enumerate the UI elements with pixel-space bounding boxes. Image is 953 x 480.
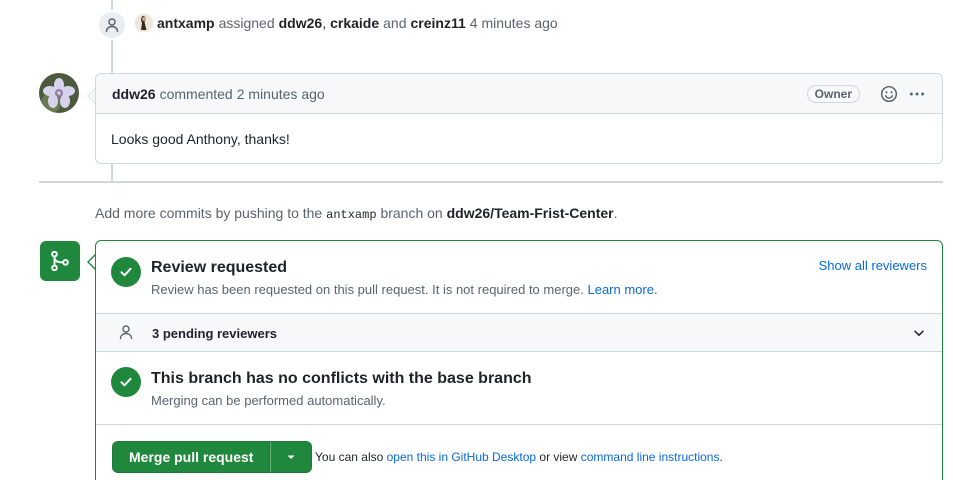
actor-avatar[interactable] (135, 14, 153, 32)
conflicts-title: This branch has no conflicts with the ba… (151, 370, 532, 387)
pending-reviewers-label: 3 pending reviewers (152, 326, 277, 341)
git-merge-icon (40, 241, 80, 281)
push-note: Add more commits by pushing to the antxa… (95, 205, 618, 222)
assign-and: and (383, 15, 407, 31)
review-subtitle-row: Review has been requested on this pull r… (151, 282, 658, 297)
assignee-separator: , (322, 15, 327, 31)
merge-options-button[interactable] (270, 441, 313, 473)
comment-author[interactable]: ddw26 (112, 86, 156, 102)
person-icon (97, 10, 127, 40)
comment-header: ddw26 commented 2 minutes ago Owner (96, 74, 942, 114)
check-icon (111, 367, 141, 397)
push-note-middle: branch on (380, 205, 443, 221)
comment-action: commented (159, 85, 233, 102)
assignee-link-1[interactable]: ddw26 (279, 15, 323, 31)
merge-button-group: Merge pull request (112, 441, 313, 473)
show-all-reviewers-link[interactable]: Show all reviewers (819, 258, 927, 273)
timeline-line-bottom (111, 164, 113, 181)
push-note-prefix: Add more commits by pushing to the (95, 205, 323, 221)
kebab-icon[interactable] (908, 85, 926, 103)
smiley-icon[interactable] (880, 85, 898, 103)
assign-event: antxamp assigned ddw26, crkaide and crei… (135, 14, 558, 32)
triangle-down-icon (286, 449, 296, 465)
assign-verb: assigned (218, 15, 275, 31)
also-note: You can also open this in GitHub Desktop… (315, 450, 723, 464)
also-prefix: You can also (315, 450, 384, 464)
avatar[interactable] (39, 73, 79, 113)
review-title: Review requested (151, 259, 288, 276)
learn-more-link[interactable]: Learn more. (587, 282, 657, 297)
merge-box: Review requested Review has been request… (95, 240, 943, 480)
comment-body: Looks good Anthony, thanks! (111, 131, 290, 147)
assignee-link-3[interactable]: creinz11 (411, 15, 466, 31)
also-suffix: . (719, 450, 723, 464)
person-icon (118, 324, 134, 343)
chevron-down-icon[interactable] (912, 326, 926, 343)
github-desktop-link[interactable]: open this in GitHub Desktop (387, 450, 536, 464)
comment-caret-fill (88, 89, 95, 103)
also-middle: or view (539, 450, 578, 464)
timeline-divider (39, 181, 943, 183)
review-subtitle: Review has been requested on this pull r… (151, 282, 584, 297)
repo-link[interactable]: ddw26/Team-Frist-Center (447, 205, 614, 221)
check-icon (111, 257, 141, 287)
merge-pull-request-button[interactable]: Merge pull request (112, 441, 271, 473)
pending-reviewers-row[interactable]: 3 pending reviewers (96, 313, 942, 352)
actor-link[interactable]: antxamp (157, 15, 215, 31)
assign-time[interactable]: 4 minutes ago (470, 15, 558, 31)
cli-instructions-link[interactable]: command line instructions (581, 450, 720, 464)
comment-time[interactable]: 2 minutes ago (237, 86, 325, 102)
merge-divider (96, 424, 942, 425)
push-note-suffix: . (613, 205, 618, 221)
branch-name: antxamp (326, 208, 377, 222)
comment-box: ddw26 commented 2 minutes ago Owner Look… (95, 73, 943, 164)
owner-badge: Owner (806, 84, 860, 103)
conflicts-subtitle: Merging can be performed automatically. (151, 393, 386, 408)
assignee-link-2[interactable]: crkaide (330, 15, 379, 31)
